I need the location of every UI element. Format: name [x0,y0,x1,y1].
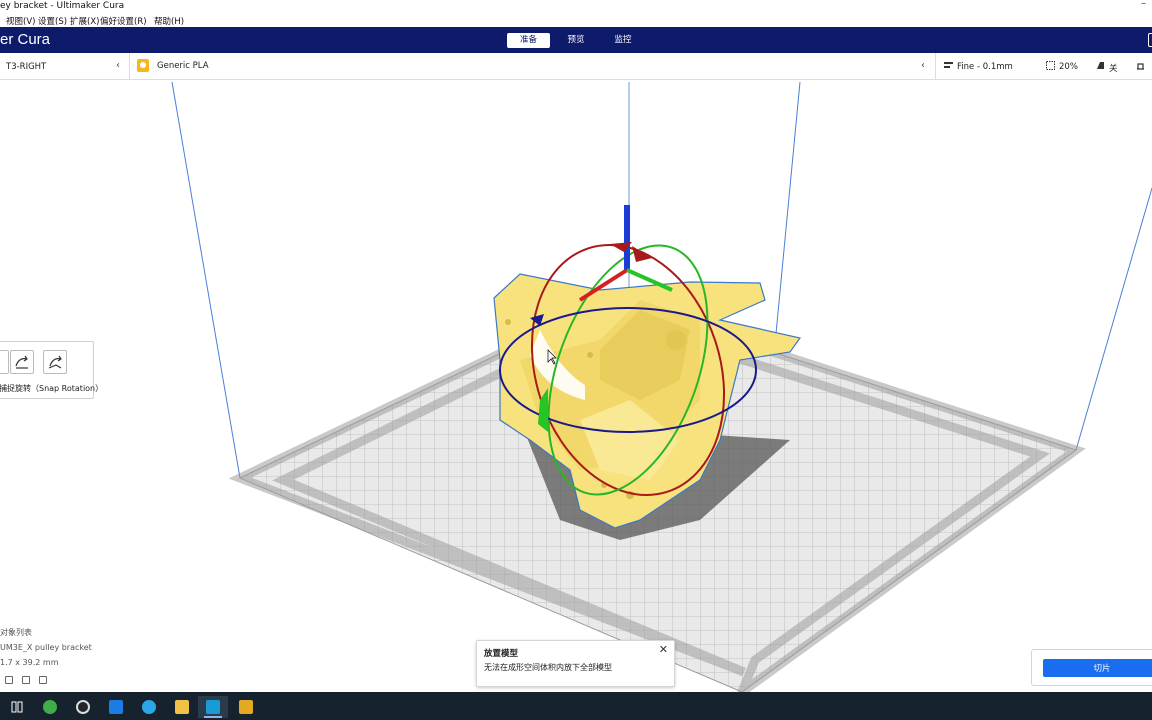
material-name: Generic PLA [157,61,209,71]
cube-front-icon[interactable] [22,676,30,684]
edge-icon[interactable] [134,696,164,718]
menubar: 视图(V) 设置(S) 扩展(X) 偏好设置(R) 帮助(H) [0,14,1152,27]
close-icon[interactable]: ✕ [659,643,668,656]
menu-help[interactable]: 帮助(H) [154,15,184,27]
app-icon[interactable] [101,696,131,718]
chevron-left-icon: ‹ [116,60,120,71]
menu-preferences[interactable]: 偏好设置(R) [100,15,147,27]
minimize-button[interactable]: – [1141,0,1146,9]
taskbar [0,692,1152,720]
window-title: ey bracket - Ultimaker Cura [0,1,125,11]
placement-warning-toast: 放置模型 无法在成形空间体积内放下全部模型 ✕ [476,640,675,687]
select-face-icon [48,355,62,369]
object-list: 对象列表 UM3E_X pulley bracket 1.7 x 39.2 mm [0,625,120,691]
build-volume-edge [1075,187,1152,451]
lay-flat-icon [15,355,28,369]
printer-bar: T3-RIGHT ‹ Generic PLA ‹ Fine - 0.1mm 20… [0,53,1152,80]
profile-icon [944,62,953,68]
window-titlebar: ey bracket - Ultimaker Cura – [0,0,1152,14]
menu-settings[interactable]: 设置(S) [38,15,67,27]
material-selector[interactable]: Generic PLA ‹ [130,53,936,80]
object-name: UM3E_X pulley bracket [0,643,92,652]
task-view-icon[interactable] [2,696,32,718]
rotate-tool-panel: 捕捉旋转（Snap Rotation） [0,341,103,399]
menu-extensions[interactable]: 扩展(X) [70,15,99,27]
build-volume-scene [171,81,1152,692]
printer-name: T3-RIGHT [6,62,47,72]
obs-icon[interactable] [68,696,98,718]
app-logo: er Cura [0,31,51,48]
chevron-left-icon: ‹ [921,60,925,71]
cura-icon[interactable] [198,696,228,718]
snap-rotation-label[interactable]: 捕捉旋转（Snap Rotation） [0,383,103,394]
adhesion-icon [1137,63,1144,70]
infill-icon [1046,61,1055,70]
profile-name: Fine - 0.1mm [957,62,1013,72]
select-face-button[interactable] [43,350,67,374]
toast-message: 无法在成形空间体积内放下全部模型 [484,663,612,672]
folder-icon[interactable] [167,696,197,718]
printer-selector[interactable]: T3-RIGHT ‹ [0,53,130,80]
3d-viewport[interactable] [0,80,1152,692]
marketplace-icon[interactable] [1148,33,1152,47]
lay-flat-button[interactable] [10,350,34,374]
infill-value: 20% [1059,62,1078,72]
tab-monitor[interactable]: 监控 [603,33,643,48]
reset-rotation-button[interactable] [0,350,9,374]
tab-prepare[interactable]: 准备 [507,33,550,48]
support-icon [1097,62,1104,69]
slice-button[interactable]: 切片 [1043,659,1152,677]
build-volume-edge [171,81,241,479]
slice-panel: 切片 [1031,649,1152,686]
object-dimensions: 1.7 x 39.2 mm [0,658,59,667]
cube-side-icon[interactable] [39,676,47,684]
stage-header: er Cura 准备 预览 监控 [0,27,1152,53]
toast-title: 放置模型 [484,649,519,659]
tab-preview[interactable]: 预览 [556,33,596,48]
print-settings-selector[interactable]: Fine - 0.1mm 20% 关 [936,53,1152,80]
extruder-badge-icon [137,59,149,72]
cube-icon[interactable] [5,676,13,684]
chrome-icon[interactable] [35,696,65,718]
media-player-icon[interactable] [231,696,261,718]
object-list-header[interactable]: 对象列表 [0,627,32,638]
menu-view[interactable]: 视图(V) [6,15,35,27]
support-value: 关 [1109,64,1118,74]
